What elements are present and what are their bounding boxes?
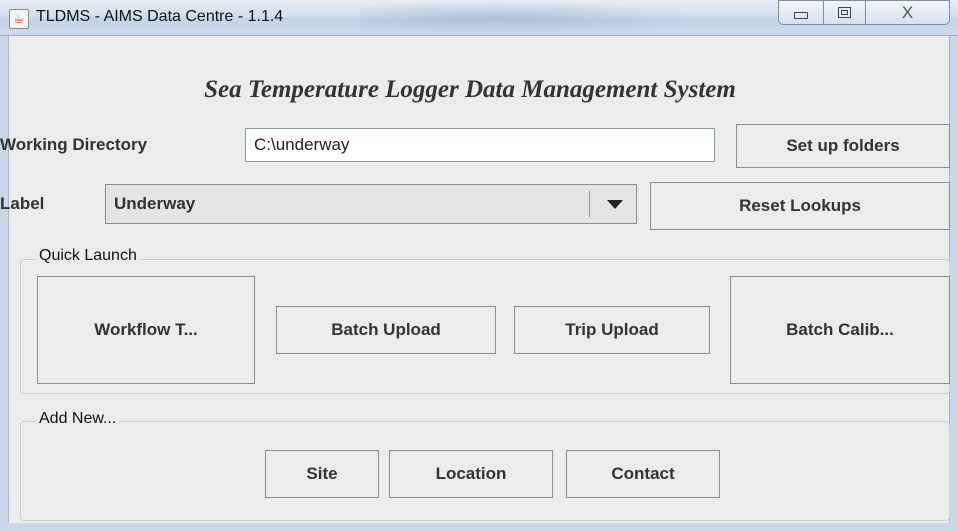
- label-label: Label: [0, 194, 45, 213]
- working-directory-input[interactable]: [245, 128, 715, 162]
- window-border-right: [950, 36, 958, 531]
- minimize-icon: [794, 12, 808, 19]
- maximize-button[interactable]: [824, 0, 866, 25]
- maximize-icon: [838, 7, 851, 18]
- window-border-bottom: [0, 523, 958, 531]
- dropdown-separator: [589, 191, 590, 217]
- batch-upload-button[interactable]: Batch Upload: [276, 306, 496, 354]
- reset-lookups-button[interactable]: Reset Lookups: [650, 182, 950, 230]
- dropdown-arrow-button[interactable]: [594, 185, 636, 223]
- label-dropdown-value: Underway: [114, 194, 196, 213]
- chevron-down-icon: [607, 199, 623, 209]
- title-bar-decoration: [360, 0, 700, 36]
- working-directory-label: Working Directory: [0, 135, 148, 154]
- close-button[interactable]: X: [866, 0, 950, 25]
- title-bar[interactable]: ☕ TLDMS - AIMS Data Centre - 1.1.4 X: [0, 0, 958, 36]
- trip-upload-button[interactable]: Trip Upload: [514, 306, 710, 354]
- label-dropdown[interactable]: Underway: [105, 184, 637, 224]
- batch-calibration-button[interactable]: Batch Calib...: [730, 276, 950, 384]
- add-contact-button[interactable]: Contact: [566, 450, 720, 498]
- set-up-folders-button[interactable]: Set up folders: [736, 124, 950, 168]
- close-icon: X: [901, 2, 914, 22]
- workflow-button[interactable]: Workflow T...: [37, 276, 255, 384]
- window-border-left: [0, 36, 8, 531]
- add-location-button[interactable]: Location: [389, 450, 553, 498]
- quick-launch-title: Quick Launch: [36, 247, 140, 265]
- java-coffee-cup-icon[interactable]: ☕: [9, 9, 29, 29]
- window-controls: X: [778, 0, 950, 27]
- minimize-button[interactable]: [778, 0, 824, 25]
- page-title: Sea Temperature Logger Data Management S…: [204, 76, 736, 103]
- add-site-button[interactable]: Site: [265, 450, 379, 498]
- window-title: TLDMS - AIMS Data Centre - 1.1.4: [36, 8, 284, 25]
- add-new-title: Add New...: [36, 410, 120, 428]
